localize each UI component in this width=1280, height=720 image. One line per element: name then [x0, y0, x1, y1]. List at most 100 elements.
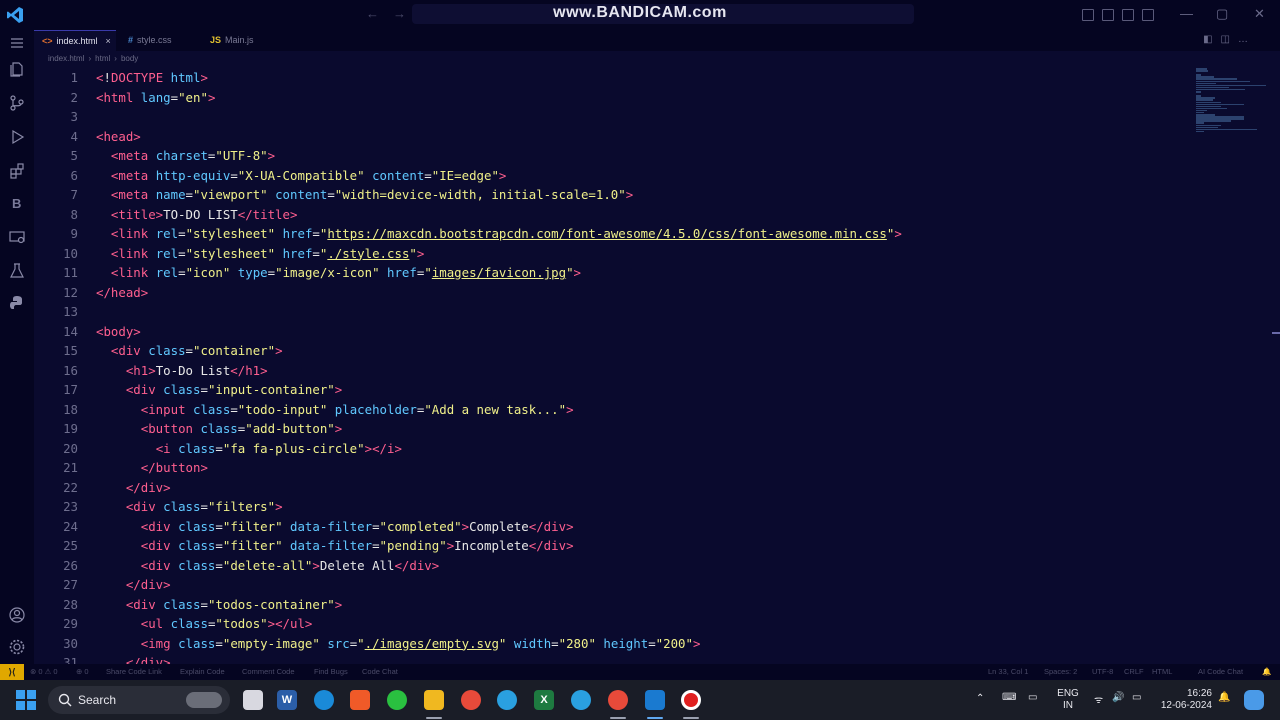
- code-line[interactable]: 20 <i class="fa fa-plus-circle"></i>: [34, 439, 1194, 459]
- code-line[interactable]: 5 <meta charset="UTF-8">: [34, 146, 1194, 166]
- explorer-icon[interactable]: [8, 60, 26, 78]
- code-line[interactable]: 24 <div class="filter" data-filter="comp…: [34, 517, 1194, 537]
- vscode-taskbar-icon[interactable]: [645, 690, 665, 710]
- code-chat[interactable]: Code Chat: [362, 664, 398, 680]
- remote-indicator[interactable]: ⟩⟨: [0, 664, 24, 680]
- chevron-up-icon[interactable]: ⌃: [976, 693, 984, 704]
- comment-code[interactable]: Comment Code: [242, 664, 295, 680]
- code-line[interactable]: 26 <div class="delete-all">Delete All</d…: [34, 556, 1194, 576]
- volume-icon[interactable]: 🔊: [1112, 692, 1124, 703]
- edge-icon[interactable]: [314, 690, 334, 710]
- code-line[interactable]: 27 </div>: [34, 575, 1194, 595]
- run-debug-icon[interactable]: [8, 128, 26, 146]
- whatsapp-icon[interactable]: [387, 690, 407, 710]
- python-icon[interactable]: [8, 294, 26, 312]
- task-view-icon[interactable]: [243, 690, 263, 710]
- telegram-desktop-icon[interactable]: [571, 690, 591, 710]
- taskbar-search[interactable]: Search: [48, 686, 230, 714]
- code-line[interactable]: 21 </button>: [34, 458, 1194, 478]
- code-line[interactable]: 23 <div class="filters">: [34, 497, 1194, 517]
- code-line[interactable]: 29 <ul class="todos"></ul>: [34, 614, 1194, 634]
- code-line[interactable]: 22 </div>: [34, 478, 1194, 498]
- code-line[interactable]: 14 <body>: [34, 322, 1194, 342]
- extensions-icon[interactable]: [8, 162, 26, 180]
- code-line[interactable]: 28 <div class="todos-container">: [34, 595, 1194, 615]
- keyboard-icon[interactable]: ⌨: [1002, 692, 1016, 703]
- tab-index-html[interactable]: <> index.html ×: [34, 30, 116, 51]
- remote-explorer-icon[interactable]: [8, 228, 26, 246]
- tab-style-css[interactable]: # style.css: [120, 30, 200, 51]
- settings-gear-icon[interactable]: [8, 638, 26, 656]
- windows-start-icon[interactable]: [16, 690, 36, 710]
- problems-indicator[interactable]: ⊗ 0 ⚠ 0: [30, 664, 58, 680]
- source-control-icon[interactable]: [8, 94, 26, 112]
- toggle-secondary-sidebar-icon[interactable]: [1122, 9, 1134, 21]
- file-explorer-icon[interactable]: [424, 690, 444, 710]
- chrome-icon[interactable]: [461, 690, 481, 710]
- code-line[interactable]: 7 <meta name="viewport" content="width=d…: [34, 185, 1194, 205]
- find-bugs[interactable]: Find Bugs: [314, 664, 348, 680]
- bandicam-record-icon[interactable]: [681, 690, 701, 710]
- tab-main-js[interactable]: JS Main.js: [202, 30, 282, 51]
- breadcrumb-body[interactable]: body: [121, 54, 138, 63]
- toggle-panel-icon[interactable]: [1102, 9, 1114, 21]
- telegram-icon[interactable]: [497, 690, 517, 710]
- breadcrumb-file[interactable]: index.html: [48, 54, 84, 63]
- cursor-position[interactable]: Ln 33, Col 1: [988, 664, 1028, 680]
- code-line[interactable]: 10 <link rel="stylesheet" href="./style.…: [34, 244, 1194, 264]
- code-editor[interactable]: 1 <!DOCTYPE html> 2 <html lang="en"> 3 4 <head…: [34, 68, 1194, 664]
- toggle-primary-sidebar-icon[interactable]: [1082, 9, 1094, 21]
- word-icon[interactable]: W: [277, 690, 297, 710]
- excel-icon[interactable]: X: [534, 690, 554, 710]
- wifi-icon[interactable]: ᯤ: [1094, 692, 1103, 706]
- scrollbar-marker[interactable]: [1272, 332, 1280, 334]
- chrome-profile-icon[interactable]: [608, 690, 628, 710]
- code-line[interactable]: 6 <meta http-equiv="X-UA-Compatible" con…: [34, 166, 1194, 186]
- close-tab-icon[interactable]: ×: [106, 36, 111, 46]
- code-line[interactable]: 17 <div class="input-container">: [34, 380, 1194, 400]
- code-line[interactable]: 12 </head>: [34, 283, 1194, 303]
- code-line[interactable]: 2 <html lang="en">: [34, 88, 1194, 108]
- copilot-icon[interactable]: [1244, 690, 1264, 710]
- code-line[interactable]: 8 <title>TO-DO LIST</title>: [34, 205, 1194, 225]
- language-mode[interactable]: HTML: [1152, 664, 1172, 680]
- notifications-bell-icon[interactable]: 🔔: [1262, 664, 1271, 680]
- open-preview-icon[interactable]: ◧: [1203, 34, 1220, 45]
- brave-icon[interactable]: [350, 690, 370, 710]
- code-line[interactable]: 30 <img class="empty-image" src="./image…: [34, 634, 1194, 654]
- code-line[interactable]: 16 <h1>To-Do List</h1>: [34, 361, 1194, 381]
- system-clock[interactable]: 16:26 12-06-2024: [1150, 688, 1212, 712]
- bootstrap-extension-icon[interactable]: B: [12, 196, 21, 211]
- ai-code-chat[interactable]: AI Code Chat: [1198, 664, 1243, 680]
- display-icon[interactable]: ▭: [1028, 692, 1037, 703]
- accounts-icon[interactable]: [8, 606, 26, 624]
- code-line[interactable]: 15 <div class="container">: [34, 341, 1194, 361]
- code-line[interactable]: 13: [34, 302, 1194, 322]
- close-button[interactable]: ✕: [1254, 6, 1265, 22]
- explain-code[interactable]: Explain Code: [180, 664, 225, 680]
- code-line[interactable]: 3: [34, 107, 1194, 127]
- code-line[interactable]: 31 </div>: [34, 653, 1194, 664]
- encoding[interactable]: UTF-8: [1092, 664, 1113, 680]
- menu-icon[interactable]: [8, 34, 26, 52]
- more-actions-icon[interactable]: …: [1238, 34, 1256, 45]
- input-language[interactable]: ENG IN: [1052, 688, 1084, 712]
- indentation[interactable]: Spaces: 2: [1044, 664, 1077, 680]
- testing-icon[interactable]: [8, 262, 26, 280]
- share-code-link[interactable]: Share Code Link: [106, 664, 162, 680]
- notification-bell-icon[interactable]: 🔔: [1218, 692, 1230, 703]
- code-line[interactable]: 9 <link rel="stylesheet" href="https://m…: [34, 224, 1194, 244]
- code-line[interactable]: 18 <input class="todo-input" placeholder…: [34, 400, 1194, 420]
- code-line[interactable]: 11 <link rel="icon" type="image/x-icon" …: [34, 263, 1194, 283]
- breadcrumb-html[interactable]: html: [95, 54, 110, 63]
- battery-icon[interactable]: ▭: [1132, 692, 1141, 703]
- code-line[interactable]: 19 <button class="add-button">: [34, 419, 1194, 439]
- minimap[interactable]: [1196, 68, 1266, 133]
- customize-layout-icon[interactable]: [1142, 9, 1154, 21]
- code-line[interactable]: 25 <div class="filter" data-filter="pend…: [34, 536, 1194, 556]
- split-editor-icon[interactable]: ◫: [1221, 34, 1238, 45]
- ports-indicator[interactable]: ⊕ 0: [76, 664, 89, 680]
- restore-button[interactable]: ▢: [1216, 6, 1228, 22]
- code-line[interactable]: 1 <!DOCTYPE html>: [34, 68, 1194, 88]
- end-of-line[interactable]: CRLF: [1124, 664, 1144, 680]
